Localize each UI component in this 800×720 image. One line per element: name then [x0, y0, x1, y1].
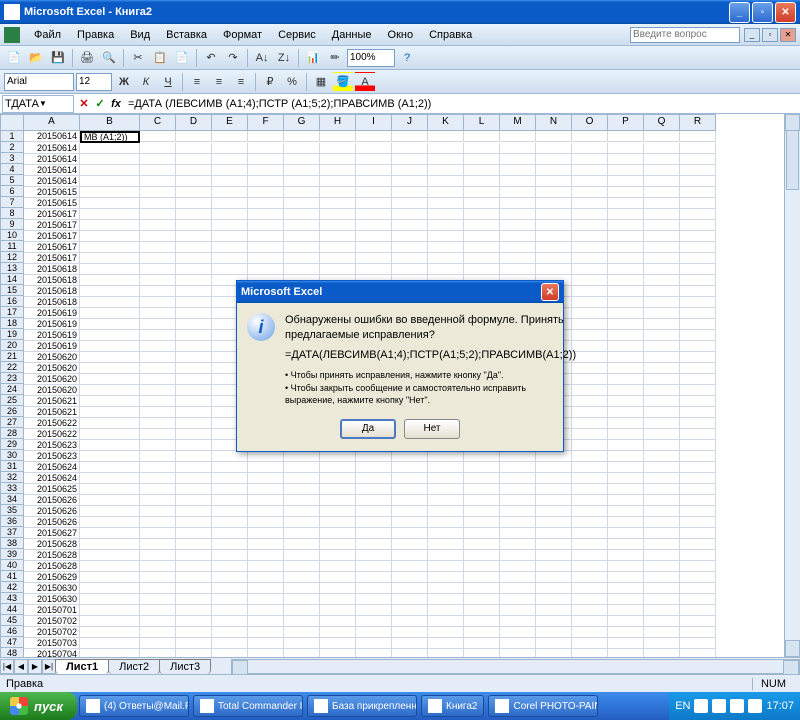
- cell[interactable]: [572, 649, 608, 657]
- taskbar-item[interactable]: (4) Ответы@Mail.Ru…: [79, 695, 189, 717]
- sheet-nav-first[interactable]: |◀: [0, 659, 14, 674]
- cell[interactable]: [320, 649, 356, 657]
- cell[interactable]: [428, 649, 464, 657]
- cell[interactable]: 20150704: [24, 649, 80, 657]
- windows-taskbar: пуск (4) Ответы@Mail.Ru…Total Commander …: [0, 692, 800, 720]
- tray-icon[interactable]: [712, 699, 726, 713]
- cell[interactable]: [500, 649, 536, 657]
- cell[interactable]: [680, 649, 716, 657]
- dialog-yes-button[interactable]: Да: [340, 419, 396, 439]
- sheet-nav-next[interactable]: ▶: [28, 659, 42, 674]
- status-mode: Правка: [6, 678, 43, 690]
- language-indicator[interactable]: EN: [675, 700, 690, 712]
- tray-icon[interactable]: [694, 699, 708, 713]
- sheet-tab-bar: |◀ ◀ ▶ ▶| Лист1 Лист2 Лист3: [0, 657, 800, 674]
- status-bar: Правка NUM: [0, 674, 800, 692]
- taskbar-item[interactable]: Corel PHOTO-PAINT X3: [488, 695, 598, 717]
- cell[interactable]: [284, 649, 320, 657]
- dialog-no-button[interactable]: Нет: [404, 419, 460, 439]
- dialog-message: Обнаружены ошибки во введенной формуле. …: [285, 313, 576, 407]
- sheet-tab-1[interactable]: Лист1: [55, 659, 109, 674]
- info-icon: i: [247, 313, 275, 341]
- dialog-close-button[interactable]: ✕: [541, 283, 559, 301]
- horizontal-scrollbar[interactable]: [231, 659, 800, 674]
- sheet-nav-prev[interactable]: ◀: [14, 659, 28, 674]
- cell[interactable]: [644, 649, 680, 657]
- cell[interactable]: [464, 649, 500, 657]
- dialog-title-text: Microsoft Excel: [241, 286, 541, 298]
- error-dialog: Microsoft Excel ✕ i Обнаружены ошибки во…: [236, 280, 564, 452]
- cell[interactable]: [212, 649, 248, 657]
- cell[interactable]: [176, 649, 212, 657]
- modal-overlay: Microsoft Excel ✕ i Обнаружены ошибки во…: [0, 0, 800, 640]
- cell[interactable]: [248, 649, 284, 657]
- tray-icon[interactable]: [730, 699, 744, 713]
- taskbar-item[interactable]: Total Commander 8.0…: [193, 695, 303, 717]
- clock[interactable]: 17:07: [766, 700, 794, 712]
- cell[interactable]: [80, 649, 140, 657]
- status-num: NUM: [752, 678, 794, 690]
- sheet-nav-last[interactable]: ▶|: [42, 659, 56, 674]
- sheet-tab-2[interactable]: Лист2: [108, 659, 160, 674]
- sheet-tab-3[interactable]: Лист3: [159, 659, 211, 674]
- taskbar-item[interactable]: Книга2: [421, 695, 484, 717]
- system-tray: EN 17:07: [669, 692, 800, 720]
- cell[interactable]: [140, 649, 176, 657]
- row-header[interactable]: 48: [0, 648, 24, 657]
- cell[interactable]: [536, 649, 572, 657]
- cell[interactable]: [608, 649, 644, 657]
- tray-icon[interactable]: [748, 699, 762, 713]
- start-button[interactable]: пуск: [0, 692, 77, 720]
- cell[interactable]: [356, 649, 392, 657]
- cell[interactable]: [392, 649, 428, 657]
- taskbar-item[interactable]: База прикрепленны…: [307, 695, 417, 717]
- dialog-titlebar: Microsoft Excel ✕: [237, 281, 563, 303]
